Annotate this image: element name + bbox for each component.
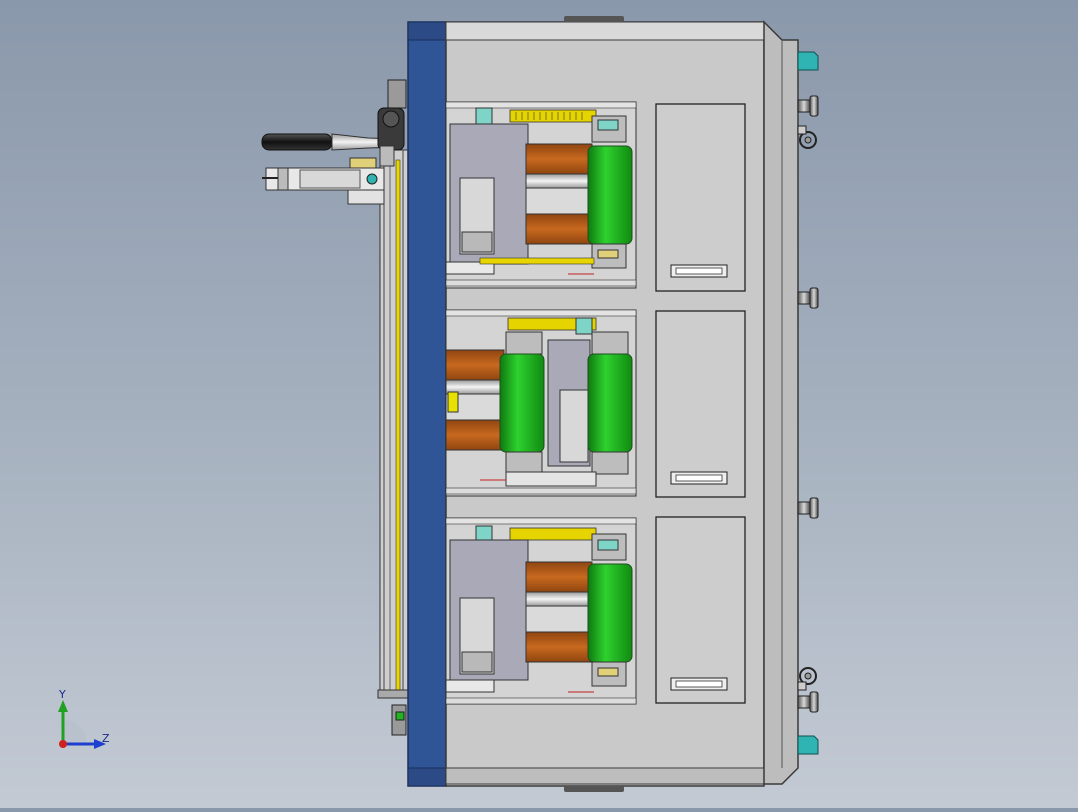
station-2	[445, 309, 637, 497]
teal-clip-top	[797, 51, 819, 71]
machine-drawing: Y Z	[58, 16, 819, 792]
cad-viewport[interactable]: Y Z	[0, 0, 1078, 808]
teal-clip-bottom	[797, 735, 819, 755]
z-axis-label: Z	[102, 732, 110, 745]
leveling-foot-2[interactable]	[797, 287, 819, 309]
leveling-foot-4[interactable]	[797, 691, 819, 713]
leveling-foot-1[interactable]	[797, 95, 819, 117]
caster-wheel-bottom[interactable]	[797, 667, 817, 691]
y-axis-label: Y	[58, 688, 66, 701]
access-panel-2[interactable]	[655, 310, 746, 498]
axis-triad: Y Z	[58, 688, 110, 749]
handle-assembly[interactable]	[261, 107, 405, 167]
station-3	[445, 517, 637, 705]
access-panel-3[interactable]	[655, 516, 746, 704]
main-frame	[407, 21, 447, 787]
leveling-foot-3[interactable]	[797, 497, 819, 519]
caster-wheel-top[interactable]	[797, 125, 817, 149]
access-panel-1[interactable]	[655, 103, 746, 292]
cylinder-bracket	[262, 157, 385, 205]
station-1	[445, 101, 637, 289]
